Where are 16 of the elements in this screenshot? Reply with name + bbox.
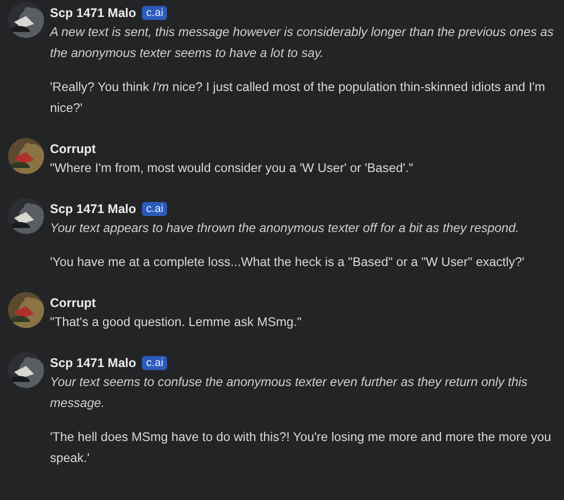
message-text: "Where I'm from, most would consider you a 'W User' or 'Based'." xyxy=(50,160,414,177)
bot-badge: c.ai xyxy=(142,6,168,20)
author-name: Scp 1471 Malo xyxy=(50,356,136,370)
message-text: 'Really? You think I'm nice? I just called most of the population thin-skinned idiots and I'm nice?' xyxy=(50,79,546,117)
bot-badge: c.ai xyxy=(142,202,168,216)
message-text: Your text seems to confuse the anonymous texter even further as they return only this message. xyxy=(50,374,528,412)
author-name: Scp 1471 Malo xyxy=(50,202,136,216)
message-text: 'The hell does MSmg have to do with this?! You're losing me more and more the more you speak.' xyxy=(50,429,552,467)
author-name: Scp 1471 Malo xyxy=(50,6,136,20)
message-text: A new text is sent, this message however is considerably longer than the previous ones as the anonymous texter seems to have a lot to say. xyxy=(50,24,555,62)
author-name: Corrupt xyxy=(50,142,96,156)
message-text: "That's a good question. Lemme ask MSmg." xyxy=(50,314,302,331)
message-text: 'You have me at a complete loss...What the heck is a "Based" or a "W User" exactly?' xyxy=(50,254,526,271)
message-text: Your text appears to have thrown the anonymous texter off for a bit as they respond. xyxy=(50,220,520,237)
bot-badge: c.ai xyxy=(142,356,168,370)
author-name: Corrupt xyxy=(50,296,96,310)
